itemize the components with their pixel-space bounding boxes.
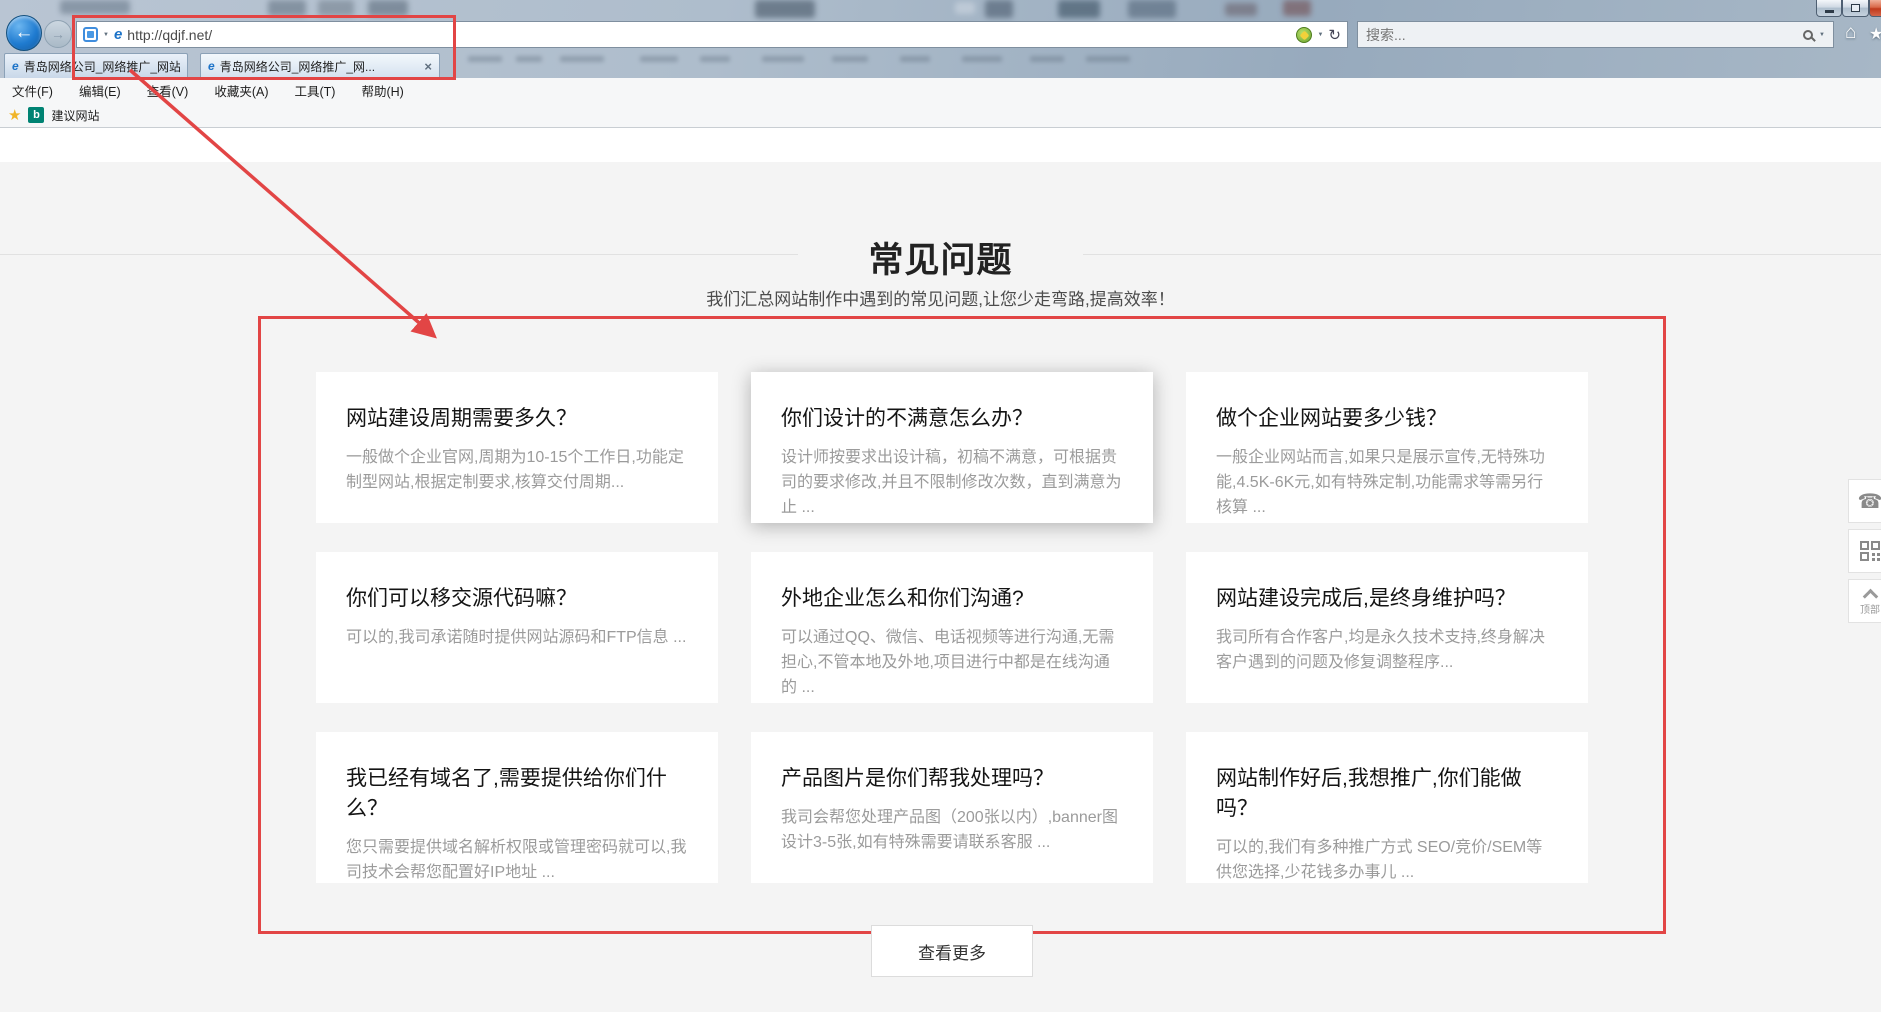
qr-code-button[interactable] xyxy=(1848,529,1881,573)
background-smudge xyxy=(318,0,354,16)
annotation-box-faq xyxy=(258,316,1666,934)
add-favorite-icon[interactable]: ★ xyxy=(8,106,21,124)
background-smudge xyxy=(268,0,306,16)
background-smudge xyxy=(955,2,975,14)
restore-icon xyxy=(1851,4,1860,12)
background-smudge xyxy=(762,56,804,62)
window-controls: × xyxy=(1816,0,1881,17)
menu-item-file[interactable]: 文件(F) xyxy=(12,81,53,100)
minimize-button[interactable] xyxy=(1816,0,1842,17)
forward-button[interactable]: → xyxy=(44,20,72,48)
background-smudge xyxy=(1225,3,1257,16)
phone-icon: ☎ xyxy=(1858,489,1881,514)
background-smudge xyxy=(468,56,502,62)
suggested-sites-link[interactable]: 建议网站 xyxy=(51,107,99,124)
background-smudge xyxy=(755,0,815,18)
search-input[interactable] xyxy=(1366,27,1803,43)
favorites-star-icon[interactable]: ★ xyxy=(1869,24,1881,44)
background-smudge xyxy=(1030,56,1064,62)
background-smudge xyxy=(368,0,408,16)
background-smudge xyxy=(832,56,868,62)
background-smudge xyxy=(560,56,604,62)
background-smudge xyxy=(700,56,730,62)
back-to-top-button[interactable]: 顶部 xyxy=(1848,579,1881,623)
browser-window: × ← → ▼ e http://qdjf.net/ ▼ ↻ ▼ ⌂ ★ e 青… xyxy=(0,0,1881,1031)
floating-toolbar: ☎ 顶部 xyxy=(1848,479,1881,629)
forward-arrow-icon: → xyxy=(51,26,65,42)
background-smudge xyxy=(640,56,678,62)
addon-dropdown-icon[interactable]: ▼ xyxy=(1317,32,1323,38)
close-button[interactable]: × xyxy=(1869,0,1881,17)
background-smudge xyxy=(1128,0,1176,18)
page-title: 常见问题 xyxy=(798,232,1082,283)
refresh-icon[interactable]: ↻ xyxy=(1328,26,1341,44)
addon-icon[interactable] xyxy=(1296,27,1312,43)
background-smudge xyxy=(1058,0,1100,18)
contact-phone-button[interactable]: ☎ xyxy=(1848,479,1881,523)
bing-icon[interactable]: b xyxy=(28,107,44,123)
background-smudge xyxy=(516,56,542,62)
background-smudge xyxy=(1086,56,1130,62)
search-icon[interactable] xyxy=(1803,30,1813,40)
back-arrow-icon: ← xyxy=(15,22,34,44)
background-smudge xyxy=(985,0,1013,18)
view-more-button[interactable]: 查看更多 xyxy=(871,925,1033,977)
background-smudge xyxy=(962,56,1002,62)
background-smudge xyxy=(900,56,930,62)
background-smudge xyxy=(60,0,130,14)
search-dropdown-icon[interactable]: ▼ xyxy=(1819,32,1825,38)
tab-favicon: e xyxy=(12,59,19,73)
home-icon[interactable]: ⌂ xyxy=(1845,22,1856,44)
search-box[interactable]: ▼ xyxy=(1357,21,1834,48)
maximize-button[interactable] xyxy=(1842,0,1869,17)
background-smudge xyxy=(1283,0,1311,16)
back-button[interactable]: ← xyxy=(6,15,42,51)
annotation-arrow xyxy=(95,52,465,362)
minimize-icon xyxy=(1825,10,1834,13)
qr-code-icon xyxy=(1860,541,1880,561)
